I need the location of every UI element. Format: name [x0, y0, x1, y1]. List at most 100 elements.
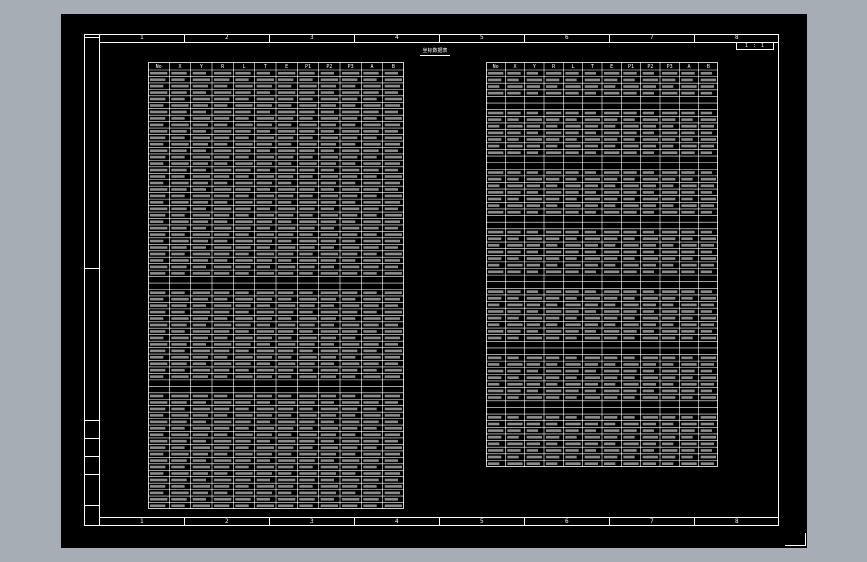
table-cell-value [604, 197, 618, 201]
table-cell-value [342, 355, 356, 359]
table-cell-value [342, 310, 358, 314]
table-cell-value [171, 465, 185, 469]
table-cell-value [171, 349, 185, 353]
table-cell-value [604, 151, 620, 155]
table-cell-value [700, 151, 712, 155]
table-cell-value [565, 416, 577, 419]
table-cell-value [256, 478, 270, 482]
table-cell-value [565, 303, 581, 307]
table-cell-value [700, 303, 714, 307]
table-cell-value [214, 239, 228, 243]
table-cell-value [320, 485, 338, 488]
table-cell-value [584, 118, 600, 121]
table-cell-value [192, 252, 210, 256]
table-cell-value [584, 263, 598, 267]
table-cell-value [584, 191, 596, 194]
table-cell-value [235, 323, 251, 327]
table-cell-value [299, 394, 317, 398]
table-cell-value [235, 104, 253, 107]
table-header-cell: E [285, 64, 288, 70]
table-cell-value [214, 465, 230, 469]
table-cell-value [623, 85, 639, 88]
table-cell-value [299, 401, 315, 404]
table-cell-value [320, 401, 334, 404]
table-cell-value [488, 369, 504, 373]
table-cell-value [681, 455, 693, 459]
table-cell-value [565, 323, 581, 327]
table-cell-value [623, 376, 635, 379]
table-cell-value [546, 422, 558, 426]
table-cell-value [150, 317, 164, 320]
table-cell-value [342, 317, 356, 320]
table-cell-value [342, 491, 356, 495]
table-cell-value [320, 452, 336, 456]
table-cell-value [526, 197, 542, 201]
table-cell-value [342, 207, 360, 211]
table-cell-value [526, 118, 542, 121]
table-cell-value [256, 498, 270, 501]
table-cell-value [507, 131, 521, 135]
table-cell-value [546, 230, 562, 234]
table-cell-value [363, 297, 381, 301]
left-stub-line [84, 37, 99, 38]
table-cell-value [384, 123, 400, 127]
table-cell-value [363, 375, 381, 378]
table-cell-value [256, 472, 272, 475]
table-cell-value [278, 97, 294, 101]
table-cell-value [150, 414, 164, 417]
table-cell-value [342, 104, 356, 107]
table-cell-value [278, 310, 294, 314]
table-cell-value [235, 91, 251, 94]
table-cell-value [662, 250, 678, 254]
table-cell-value [342, 213, 358, 217]
table-cell-value [507, 144, 523, 148]
table-cell-value [192, 239, 208, 243]
table-cell-value [342, 414, 356, 417]
table-cell-value [662, 230, 678, 234]
table-cell-value [192, 226, 206, 230]
table-cell-value [662, 429, 678, 432]
table-cell-value [150, 136, 166, 140]
table-header-cell: R [552, 64, 556, 70]
table-header-cell: R [221, 64, 225, 70]
table-cell-value [488, 336, 502, 340]
table-cell-value [363, 181, 381, 185]
table-cell-value [384, 349, 402, 353]
table-cell-value [662, 296, 676, 300]
table-cell-value [171, 459, 187, 462]
table-cell-value [700, 336, 716, 340]
table-cell-value [320, 220, 336, 224]
table-cell-value [299, 123, 317, 127]
table-cell-value [546, 382, 558, 386]
table-cell-value [384, 452, 400, 456]
table-cell-value [256, 117, 274, 120]
table-cell-value [488, 330, 504, 333]
table-cell-value [700, 230, 712, 234]
table-cell-value [256, 181, 272, 185]
table-cell-value [342, 343, 360, 346]
table-cell-value [363, 265, 379, 269]
table-cell-value [546, 316, 560, 320]
table-cell-value [565, 210, 579, 214]
table-cell-value [299, 194, 313, 198]
table-cell-value [320, 181, 336, 185]
table-cell-value [604, 85, 616, 88]
table-cell-value [256, 162, 272, 165]
table-cell-value [604, 455, 618, 459]
table-cell-value [278, 368, 294, 372]
table-cell-value [526, 237, 542, 241]
table-cell-value [171, 304, 187, 307]
table-cell-value [507, 376, 519, 379]
table-cell-value [342, 446, 358, 449]
table-cell-value [526, 230, 538, 234]
table-cell-value [192, 472, 208, 475]
table-cell-value [150, 84, 164, 88]
table-cell-value [565, 376, 577, 379]
table-cell-value [604, 310, 620, 313]
table-cell-value [604, 177, 618, 181]
table-cell-value [278, 117, 294, 120]
table-cell-value [681, 111, 695, 115]
table-cell-value [681, 316, 693, 320]
table-cell-value [363, 291, 377, 295]
table-cell-value [256, 420, 270, 424]
